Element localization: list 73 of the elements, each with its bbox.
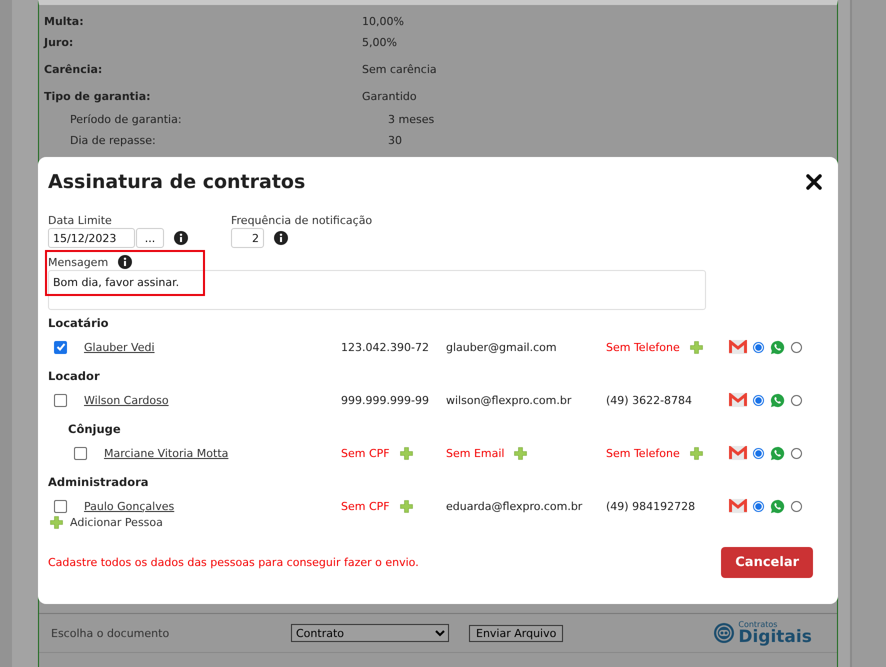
field-label: Período de garantia: (69, 113, 183, 126)
phone-text: Sem Telefone (606, 340, 680, 354)
group-title: Locador (48, 369, 101, 384)
mail-icon (729, 393, 747, 407)
send-file-button[interactable]: Enviar Arquivo (469, 624, 564, 642)
phone-text: Sem Telefone (606, 446, 680, 460)
whatsapp-icon (770, 392, 785, 408)
phone-text: (49) 3622-8784 (606, 394, 692, 406)
mail-icon (729, 499, 747, 513)
checkbox[interactable] (54, 500, 67, 512)
frequency-label: Frequência de notificação (231, 214, 372, 227)
radio-button[interactable] (791, 500, 802, 512)
radio-button[interactable] (791, 342, 802, 352)
date-label: Data Limite (48, 214, 113, 227)
cancel-button[interactable]: Cancelar (721, 547, 813, 578)
field-value: Garantido (362, 90, 417, 103)
warning-text: Cadastre todos os dados das pessoas para conseguir fazer o envio. (48, 556, 419, 569)
info-icon[interactable] (274, 231, 288, 245)
whatsapp-icon (770, 498, 785, 514)
frequency-field[interactable]: 2 (231, 228, 264, 248)
mail-icon (729, 446, 747, 460)
radio-button[interactable] (753, 342, 764, 352)
phone-text: (49) 984192728 (606, 500, 696, 512)
field-value: 3 meses (388, 113, 434, 126)
cpf-text: Sem CPF (341, 446, 390, 460)
group-title: Administradora (48, 475, 150, 490)
radio-button[interactable] (753, 500, 764, 512)
group-title: Cônjuge (67, 422, 122, 437)
field-label: Juro: (44, 36, 74, 49)
mail-icon (729, 340, 747, 354)
field-label: Dia de repasse: (69, 134, 157, 147)
email-text: glauber@gmail.com (446, 340, 557, 354)
message-label: Mensagem (48, 256, 108, 268)
logo-caption: Contratos (738, 620, 778, 628)
field-label: Carência: (44, 63, 104, 76)
checkbox[interactable] (54, 340, 67, 354)
person-link[interactable]: Marciane Vitoria Motta (104, 446, 228, 460)
info-icon[interactable] (174, 231, 188, 245)
email-text: Sem Email (446, 446, 504, 460)
person-link[interactable]: Wilson Cardoso (84, 394, 169, 406)
logo-title: Digitais (738, 628, 812, 646)
info-icon[interactable] (118, 255, 132, 269)
field-value: 30 (388, 134, 402, 147)
radio-button[interactable] (753, 394, 764, 406)
email-text: eduarda@flexpro.com.br (446, 500, 582, 512)
date-picker-button[interactable]: ... (136, 228, 164, 248)
add-person-link[interactable]: Adicionar Pessoa (70, 516, 163, 529)
document-label: Escolha o documento (50, 626, 170, 640)
radio-button[interactable] (791, 394, 802, 406)
document-select[interactable]: Contrato (291, 624, 449, 642)
checkbox[interactable] (74, 446, 87, 460)
group-title: Locatário (48, 316, 110, 331)
field-value: 5,00% (362, 36, 397, 49)
cpf-text: 999.999.999-99 (341, 394, 429, 406)
date-field[interactable]: 15/12/2023 (48, 228, 135, 248)
person-link[interactable]: Glauber Vedi (84, 340, 155, 354)
checkbox[interactable] (54, 394, 67, 406)
cpf-text: Sem CPF (341, 500, 390, 512)
email-text: wilson@flexpro.com.br (446, 394, 572, 406)
field-value: Sem carência (362, 63, 437, 76)
field-label: Multa: (44, 15, 85, 28)
cpf-text: 123.042.390-72 (341, 340, 429, 354)
logo-icon (713, 622, 736, 644)
modal-title: Assinatura de contratos (48, 171, 306, 193)
whatsapp-icon (770, 340, 785, 354)
close-icon[interactable] (806, 174, 822, 190)
field-label: Tipo de garantia: (44, 90, 152, 103)
whatsapp-icon (770, 446, 785, 460)
radio-button[interactable] (753, 448, 764, 458)
message-field[interactable]: Bom dia, favor assinar. (48, 270, 706, 310)
person-link[interactable]: Paulo Gonçalves (84, 500, 174, 512)
radio-button[interactable] (791, 448, 802, 458)
field-value: 10,00% (362, 15, 404, 28)
